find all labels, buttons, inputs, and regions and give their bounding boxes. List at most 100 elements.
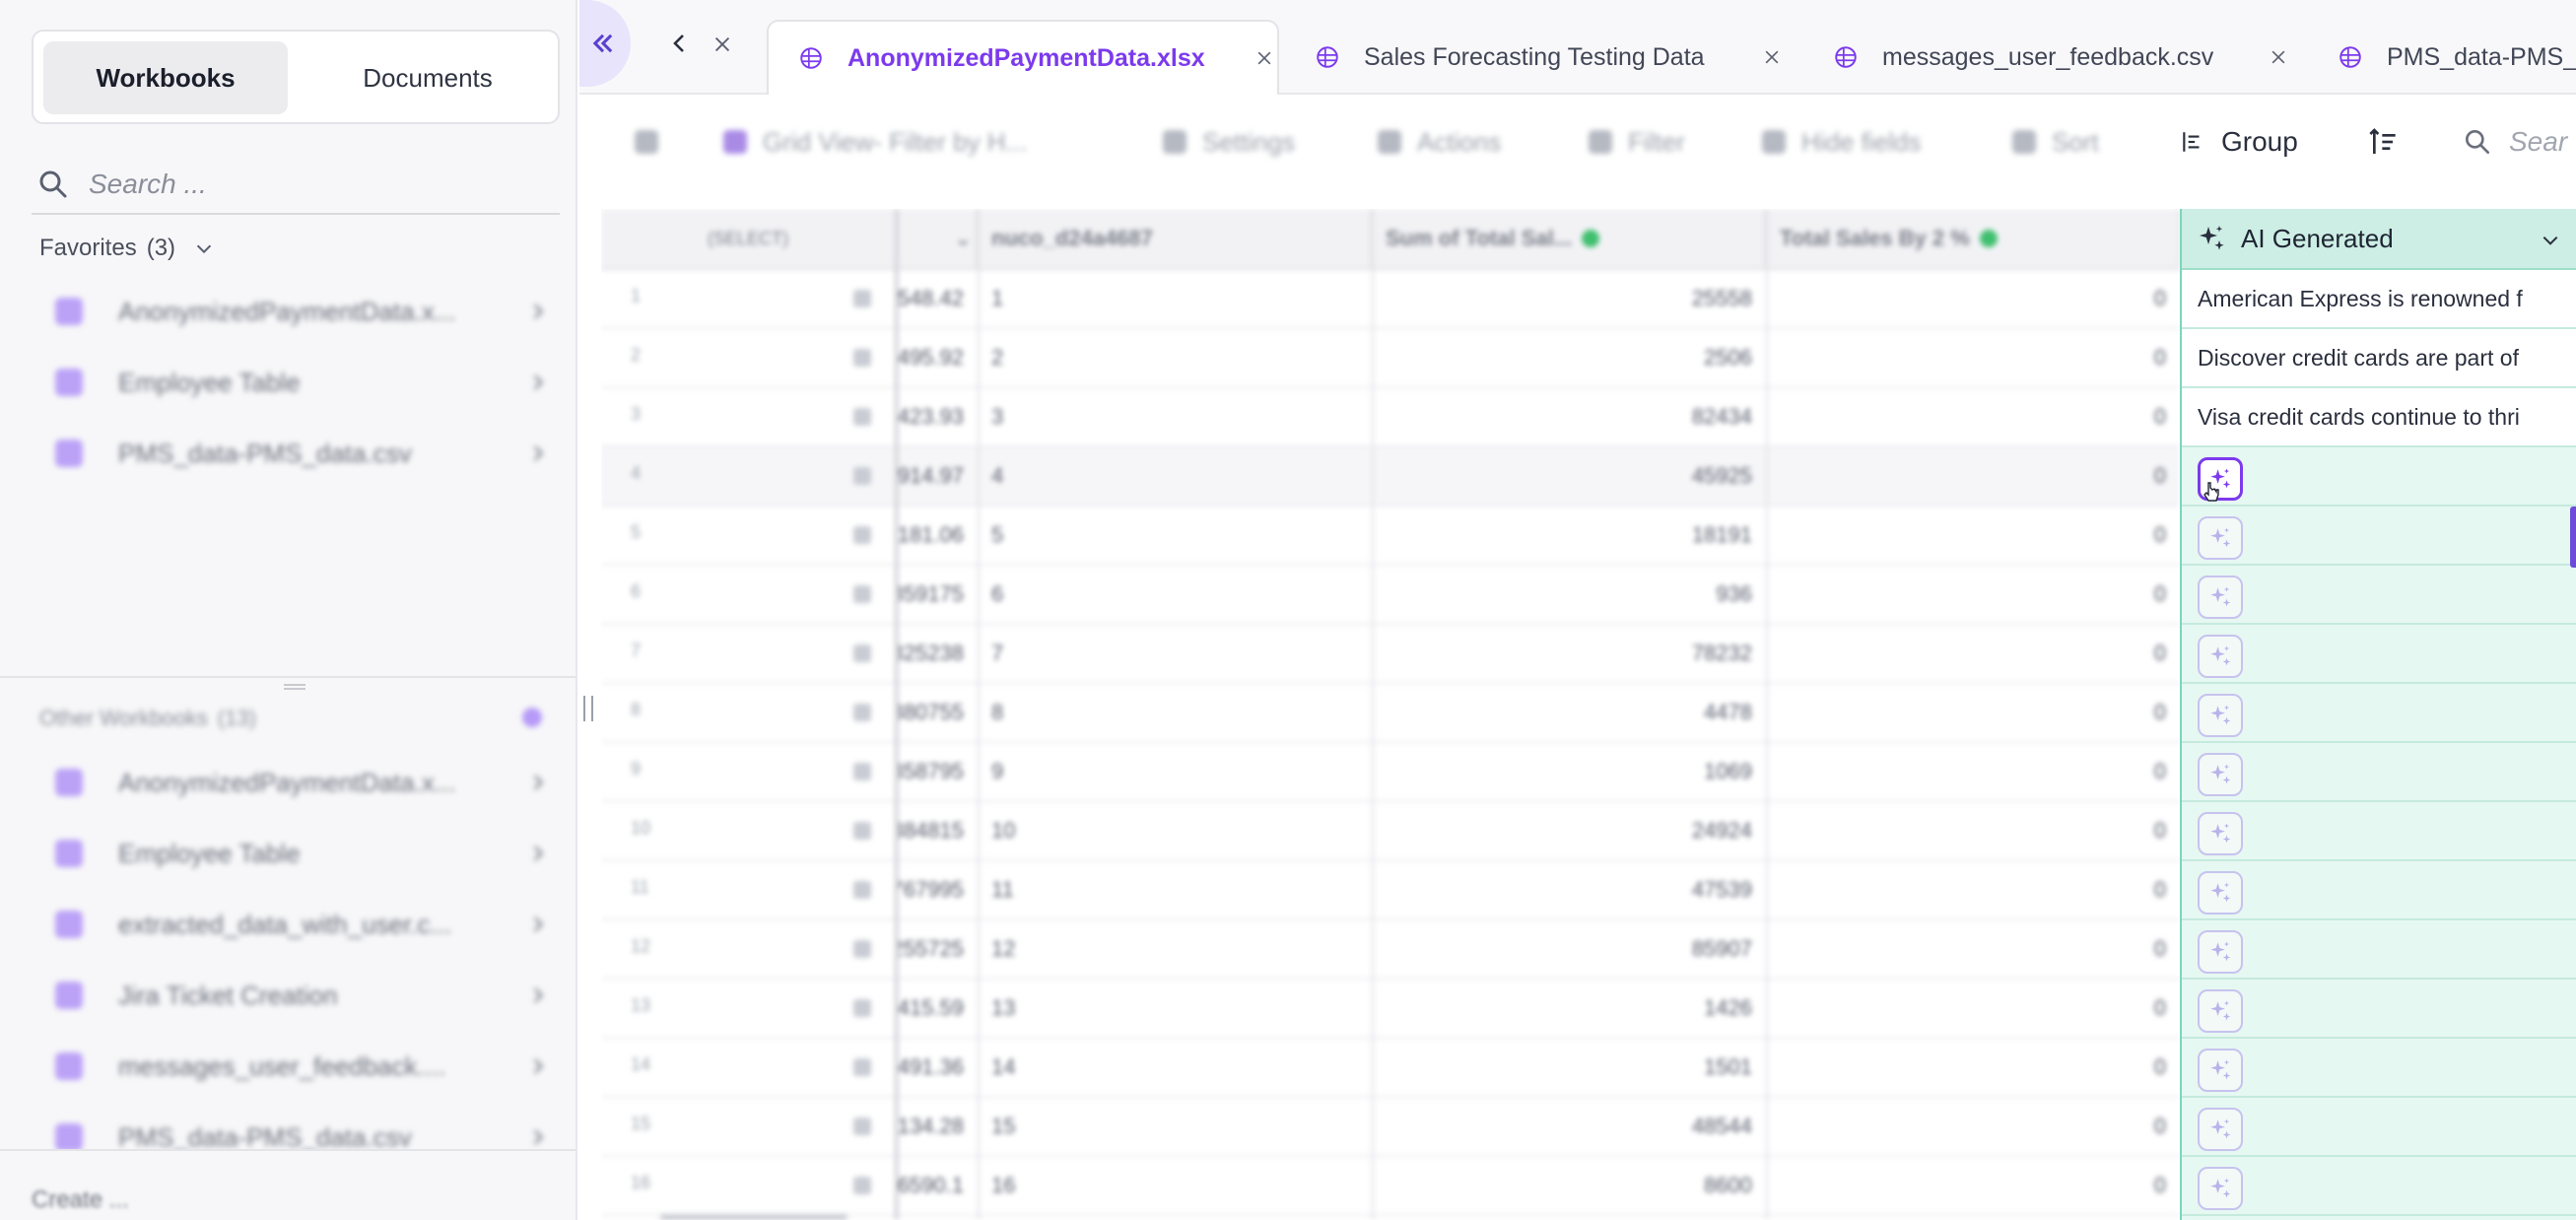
id-cell[interactable]: 6 [978, 566, 1372, 623]
table-row[interactable]: 21495.92225060 [601, 329, 2180, 388]
expand-row-icon[interactable] [853, 644, 871, 662]
partial-value-cell[interactable]: 1423.93 [897, 388, 978, 445]
table-row[interactable]: 9 358795 9 1069 0 [601, 743, 2180, 802]
ai-generate-cell[interactable] [2182, 625, 2576, 684]
expand-row-icon[interactable] [853, 526, 871, 544]
partial-value-cell[interactable]: 2134.28 [897, 1098, 978, 1155]
expand-row-icon[interactable] [853, 408, 871, 426]
workbook-item[interactable]: extracted_data_with_user.c... [55, 897, 548, 952]
close-icon[interactable] [1762, 47, 1782, 67]
total2-cell[interactable]: 0 [1766, 684, 2180, 741]
total2-cell[interactable]: 0 [1766, 625, 2180, 682]
partial-value-cell[interactable]: 255725 [897, 920, 978, 978]
table-row[interactable]: 12 255725 12 85907 0 [601, 920, 2180, 980]
ai-generate-cell[interactable] [2182, 1039, 2576, 1098]
total2-cell[interactable]: 0 [1766, 507, 2180, 564]
sidebar-search-input[interactable]: Search ... [89, 169, 207, 200]
sum-cell[interactable]: 45925 [1372, 447, 1766, 505]
partial-value-cell[interactable]: 1415.59 [897, 980, 978, 1037]
table-row[interactable]: 152134.2815485440 [601, 1098, 2180, 1157]
total2-cell[interactable]: 0 [1766, 1039, 2180, 1096]
id-cell[interactable]: 4 [978, 447, 1372, 505]
total2-cell[interactable]: 0 [1766, 861, 2180, 918]
sum-cell[interactable]: 85907 [1372, 920, 1766, 978]
id-cell[interactable]: 3 [978, 388, 1372, 445]
partial-value-cell[interactable]: 1491.36 [897, 1039, 978, 1096]
partial-value-cell[interactable]: 384815 [897, 802, 978, 859]
table-row[interactable]: 8 380755 8 4478 0 [601, 684, 2180, 743]
id-cell[interactable]: 7 [978, 625, 1372, 682]
expand-row-icon[interactable] [853, 881, 871, 899]
sum-cell[interactable]: 24924 [1372, 802, 1766, 859]
sum-cell[interactable]: 936 [1372, 566, 1766, 623]
id-cell[interactable]: 11 [978, 861, 1372, 918]
ai-generate-cell[interactable] [2182, 1098, 2576, 1157]
close-icon[interactable] [2269, 47, 2288, 67]
sum-column-header[interactable]: Sum of Total Sal... [1372, 209, 1766, 270]
total2-cell[interactable]: 0 [1766, 1098, 2180, 1155]
sidebar-search[interactable]: Search ... [32, 156, 560, 215]
workbook-item[interactable]: AnonymizedPaymentData.x... [55, 755, 548, 810]
generate-ai-button[interactable] [2198, 930, 2243, 974]
table-row[interactable]: 11548.421255580 [601, 270, 2180, 329]
table-row[interactable]: 7 325238 7 78232 0 [601, 625, 2180, 684]
tab-sales-forecasting[interactable]: Sales Forecasting Testing Data [1315, 20, 1807, 95]
generate-ai-button[interactable] [2198, 1108, 2243, 1151]
generate-ai-button[interactable] [2198, 753, 2243, 796]
total2-cell[interactable]: 0 [1766, 920, 2180, 978]
table-row[interactable]: 43914.974459250 [601, 447, 2180, 507]
ai-generated-cell[interactable]: American Express is renowned f [2182, 270, 2576, 329]
create-button[interactable]: Create ... [32, 1186, 129, 1214]
partial-value-cell[interactable]: 1548.42 [897, 270, 978, 327]
id-cell[interactable]: 9 [978, 743, 1372, 800]
generate-ai-button[interactable] [2198, 694, 2243, 737]
table-row[interactable]: 10 384815 10 24924 0 [601, 802, 2180, 861]
sort-order-icon[interactable] [2369, 126, 2401, 158]
total2-cell[interactable]: 0 [1766, 743, 2180, 800]
partial-value-cell[interactable]: 380755 [897, 684, 978, 741]
expand-row-icon[interactable] [853, 349, 871, 367]
favorite-item[interactable]: Employee Table [55, 355, 548, 410]
sort-button[interactable]: Sort [2012, 122, 2099, 162]
other-workbooks-header[interactable]: Other Workbooks (13) [39, 704, 542, 733]
favorite-item[interactable]: PMS_data-PMS_data.csv [55, 426, 548, 481]
expand-row-icon[interactable] [853, 585, 871, 603]
ai-generate-cell[interactable] [2182, 980, 2576, 1039]
section-resize-handle[interactable] [284, 684, 305, 690]
select-column-header[interactable]: (SELECT) [601, 209, 897, 270]
actions-button[interactable]: Actions [1378, 122, 1501, 162]
partial-value-cell[interactable]: 1495.92 [897, 329, 978, 386]
ai-generate-cell[interactable] [2182, 566, 2576, 625]
collapse-sidebar-button[interactable] [579, 0, 631, 87]
generate-ai-button[interactable] [2198, 871, 2243, 915]
expand-row-icon[interactable] [853, 290, 871, 307]
save-icon[interactable] [635, 122, 658, 162]
expand-row-icon[interactable] [853, 999, 871, 1017]
total2-cell[interactable]: 0 [1766, 270, 2180, 327]
sum-cell[interactable]: 25558 [1372, 270, 1766, 327]
total2-cell[interactable]: 0 [1766, 802, 2180, 859]
id-cell[interactable]: 2 [978, 329, 1372, 386]
expand-row-icon[interactable] [853, 822, 871, 840]
side-panel-tab[interactable] [2570, 507, 2576, 568]
add-workbook-icon[interactable] [522, 708, 542, 727]
workbook-item[interactable]: Jira Ticket Creation [55, 968, 548, 1023]
generate-ai-button[interactable] [2198, 1167, 2243, 1210]
ai-generate-cell[interactable] [2182, 447, 2576, 507]
partial-column-header[interactable]: ⌄ [897, 209, 978, 270]
table-row[interactable]: 141491.361415010 [601, 1039, 2180, 1098]
grid-search-input[interactable]: Sear [2509, 126, 2567, 158]
partial-value-cell[interactable]: 325238 [897, 625, 978, 682]
id-cell[interactable]: 15 [978, 1098, 1372, 1155]
generate-ai-button[interactable] [2198, 516, 2243, 560]
ai-generate-cell[interactable] [2182, 861, 2576, 920]
close-icon[interactable] [712, 34, 733, 55]
expand-row-icon[interactable] [853, 940, 871, 958]
table-row[interactable]: 16 -6590.1 16 8600 0 [601, 1157, 2180, 1216]
id-cell[interactable]: 1 [978, 270, 1372, 327]
ai-generate-cell[interactable] [2182, 507, 2576, 566]
table-row[interactable]: 58181.065181910 [601, 507, 2180, 566]
hide-fields-button[interactable]: Hide fields [1762, 122, 1921, 162]
generate-ai-button[interactable] [2198, 576, 2243, 619]
ai-generate-cell[interactable] [2182, 1157, 2576, 1216]
